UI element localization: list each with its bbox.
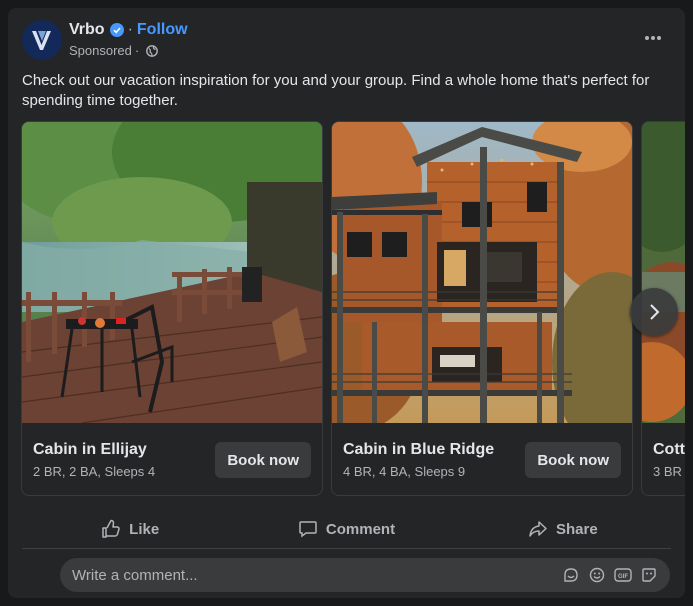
listing-title: Cabin in Ellijay: [33, 441, 147, 458]
comment-composer: GIF: [60, 558, 670, 592]
listing-carousel: Cabin in Ellijay 2 BR, 2 BA, Sleeps 4 Bo…: [21, 121, 685, 496]
share-arrow-icon: [529, 521, 547, 537]
like-button[interactable]: Like: [22, 511, 238, 547]
listing-card[interactable]: Cabin in Blue Ridge 4 BR, 4 BA, Sleeps 9…: [331, 121, 633, 496]
listing-title: Cabin in Blue Ridge: [343, 441, 495, 458]
vrbo-logo-icon: [32, 31, 51, 50]
book-now-button[interactable]: Book now: [215, 442, 311, 478]
listing-card[interactable]: Cabin in Ellijay 2 BR, 2 BA, Sleeps 4 Bo…: [21, 121, 323, 496]
carousel-next-button[interactable]: [630, 288, 678, 336]
svg-text:GIF: GIF: [618, 574, 628, 580]
listing-photo: [22, 122, 322, 423]
sponsored-label[interactable]: Sponsored: [69, 43, 132, 58]
avatar-sticker-icon[interactable]: [640, 566, 658, 584]
comment-input[interactable]: [60, 565, 562, 585]
post-header: Vrbo · Follow Sponsored ·: [22, 20, 671, 64]
listing-photo: [642, 122, 685, 423]
book-now-button[interactable]: Book now: [525, 442, 621, 478]
listing-details: 2 BR, 2 BA, Sleeps 4: [33, 464, 156, 479]
separator-dot: ·: [127, 21, 133, 38]
emoji-icon[interactable]: [588, 566, 606, 584]
page-name[interactable]: Vrbo: [69, 21, 105, 39]
globe-icon: [146, 44, 159, 57]
sponsored-post: Vrbo · Follow Sponsored · Check out our …: [8, 8, 685, 598]
listing-details: 4 BR, 4 BA, Sleeps 9: [343, 464, 466, 479]
listing-details: 3 BR: [653, 464, 682, 479]
post-actions: Like Comment Share: [22, 511, 671, 547]
divider: [22, 548, 671, 549]
page-avatar[interactable]: [22, 20, 62, 60]
separator-dot: ·: [134, 43, 140, 58]
gif-icon[interactable]: GIF: [614, 566, 632, 584]
share-label: Share: [555, 520, 598, 538]
more-options-icon[interactable]: [635, 24, 671, 52]
chevron-right-icon: [650, 304, 660, 320]
post-text: Check out our vacation inspiration for y…: [22, 72, 650, 109]
sticker-icon[interactable]: [562, 566, 580, 584]
verified-badge-icon: [109, 23, 124, 37]
thumbs-up-icon: [102, 519, 120, 538]
like-label: Like: [129, 520, 160, 538]
comment-button[interactable]: Comment: [238, 511, 454, 547]
comment-bubble-icon: [299, 521, 317, 538]
listing-photo: [332, 122, 632, 423]
follow-button[interactable]: Follow: [137, 21, 188, 39]
share-button[interactable]: Share: [455, 511, 671, 547]
listing-title: Cott: [653, 441, 685, 458]
comment-label: Comment: [325, 520, 396, 538]
